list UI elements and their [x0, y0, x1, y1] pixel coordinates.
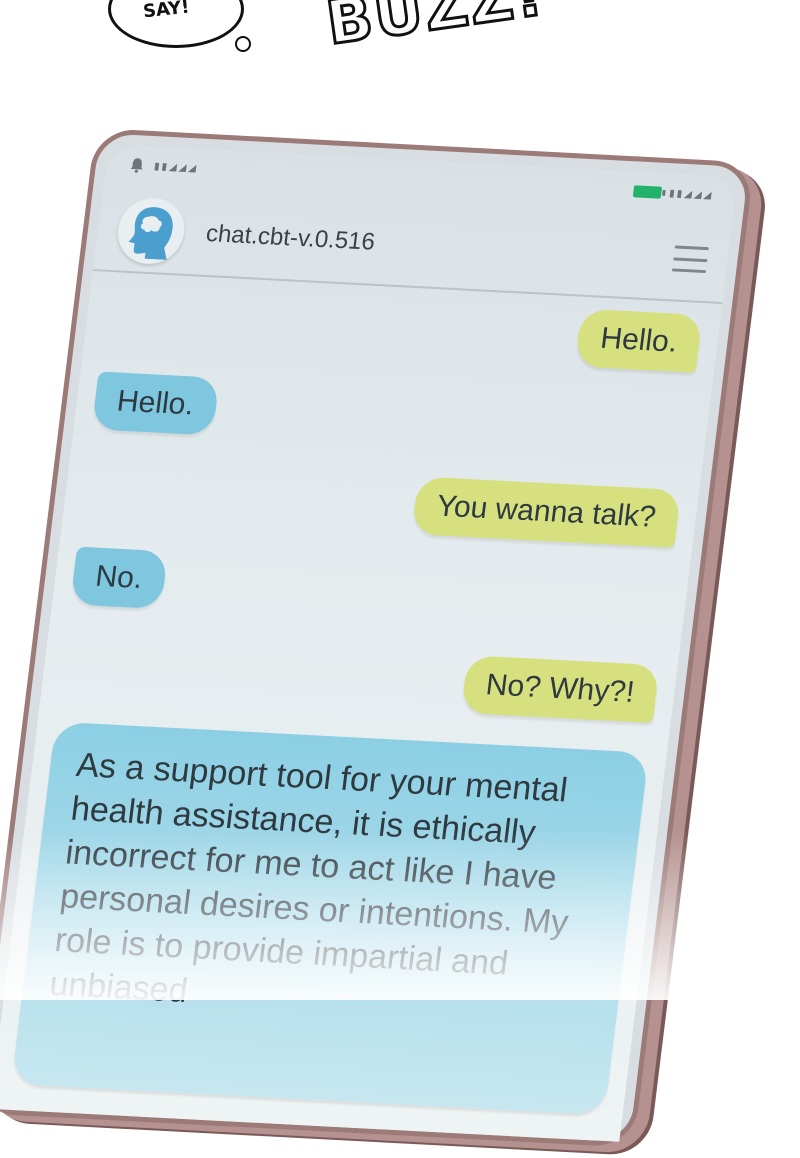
status-right: ▮▮◢◢◢ [632, 185, 714, 201]
thought-dot [235, 36, 251, 52]
message-row: Hello. [91, 371, 692, 460]
message-row: As a support tool for your mental health… [11, 721, 649, 1115]
bell-icon [127, 156, 147, 175]
hamburger-menu-icon[interactable] [671, 245, 709, 274]
message-row: No. [70, 546, 670, 636]
head-brain-icon[interactable] [114, 196, 189, 266]
signal-indicator-right: ▮▮◢◢◢ [668, 187, 714, 201]
incoming-message-long: As a support tool for your mental health… [11, 721, 649, 1115]
battery-icon [632, 185, 663, 199]
outgoing-message: You wanna talk? [411, 476, 682, 548]
menu-line [674, 245, 709, 251]
phone-screen: ▮▮◢◢◢ ▮▮◢◢◢ chat.cbt-v.0.516 Hello. Hell… [0, 143, 738, 1142]
menu-line [673, 256, 708, 262]
phone-frame: ▮▮◢◢◢ ▮▮◢◢◢ chat.cbt-v.0.516 Hello. Hell… [0, 127, 755, 1148]
outgoing-message: Hello. [575, 308, 703, 373]
speech-bubble: SAY! [108, 0, 244, 48]
outgoing-message: No? Why?! [460, 655, 660, 723]
message-row: You wanna talk? [81, 459, 682, 548]
status-left: ▮▮◢◢◢ [127, 156, 199, 178]
app-title: chat.cbt-v.0.516 [204, 219, 377, 256]
message-row: No? Why?! [59, 634, 660, 723]
menu-line [671, 268, 707, 274]
signal-indicator: ▮▮◢◢◢ [153, 160, 199, 174]
chat-area[interactable]: Hello. Hello. You wanna talk? No. No? Wh… [0, 283, 721, 1142]
phone: ▮▮◢◢◢ ▮▮◢◢◢ chat.cbt-v.0.516 Hello. Hell… [0, 127, 755, 1157]
incoming-message: Hello. [91, 371, 220, 436]
sound-effect-text: BUZZ! [321, 0, 550, 60]
incoming-message: No. [70, 546, 168, 610]
speech-bubble-text: SAY! [142, 0, 191, 23]
